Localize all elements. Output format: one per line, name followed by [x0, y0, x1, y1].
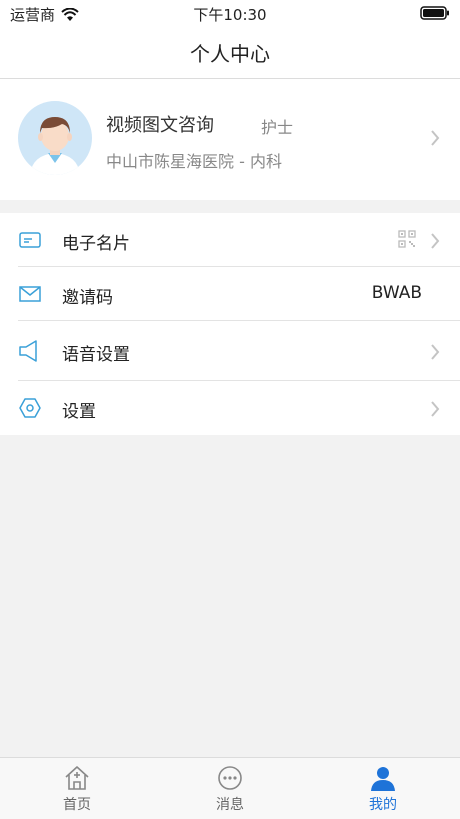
- tab-mine[interactable]: 我的: [323, 764, 443, 814]
- tab-home[interactable]: 首页: [17, 764, 137, 814]
- chevron-right-icon: [431, 130, 440, 146]
- menu-item-voice-settings[interactable]: 语音设置: [0, 321, 460, 381]
- tab-messages[interactable]: 消息: [170, 764, 290, 814]
- user-icon: [371, 767, 395, 791]
- menu-label: 设置: [62, 402, 96, 422]
- tab-bar: 首页 消息 我的: [0, 757, 460, 819]
- page-title: 个人中心: [190, 42, 270, 66]
- home-icon: [65, 766, 89, 790]
- card-icon: [19, 232, 41, 248]
- envelope-icon: [19, 286, 41, 302]
- status-time: 下午10:30: [193, 6, 267, 24]
- tab-label: 首页: [63, 797, 91, 813]
- menu-label: 语音设置: [62, 345, 130, 365]
- chat-icon: [218, 766, 242, 790]
- chevron-right-icon: [431, 344, 440, 360]
- tab-label: 我的: [369, 797, 397, 813]
- battery-icon: [420, 6, 449, 20]
- speaker-icon: [19, 340, 37, 362]
- avatar: [18, 101, 92, 175]
- profile-hospital: 中山市陈星海医院 - 内科: [106, 152, 282, 171]
- nav-bar: 个人中心: [0, 26, 460, 79]
- menu-label: 邀请码: [62, 288, 113, 308]
- menu-list: 电子名片 邀请码 BWAB 语音设置 设置: [0, 213, 460, 435]
- chevron-right-icon: [431, 401, 440, 417]
- status-bar: 运营商 下午10:30: [0, 0, 460, 26]
- invite-code-value: BWAB: [371, 283, 422, 303]
- gear-hex-icon: [19, 398, 41, 418]
- menu-item-settings[interactable]: 设置: [0, 381, 460, 435]
- profile-role: 护士: [261, 118, 294, 137]
- qr-code-icon: [398, 230, 416, 248]
- tab-label: 消息: [216, 797, 244, 813]
- menu-item-invite-code[interactable]: 邀请码 BWAB: [0, 267, 460, 321]
- profile-name: 视频图文咨询: [106, 115, 214, 136]
- menu-label: 电子名片: [62, 234, 130, 254]
- menu-item-business-card[interactable]: 电子名片: [0, 213, 460, 267]
- profile-card[interactable]: 视频图文咨询 护士 中山市陈星海医院 - 内科: [0, 79, 460, 200]
- chevron-right-icon: [431, 233, 440, 249]
